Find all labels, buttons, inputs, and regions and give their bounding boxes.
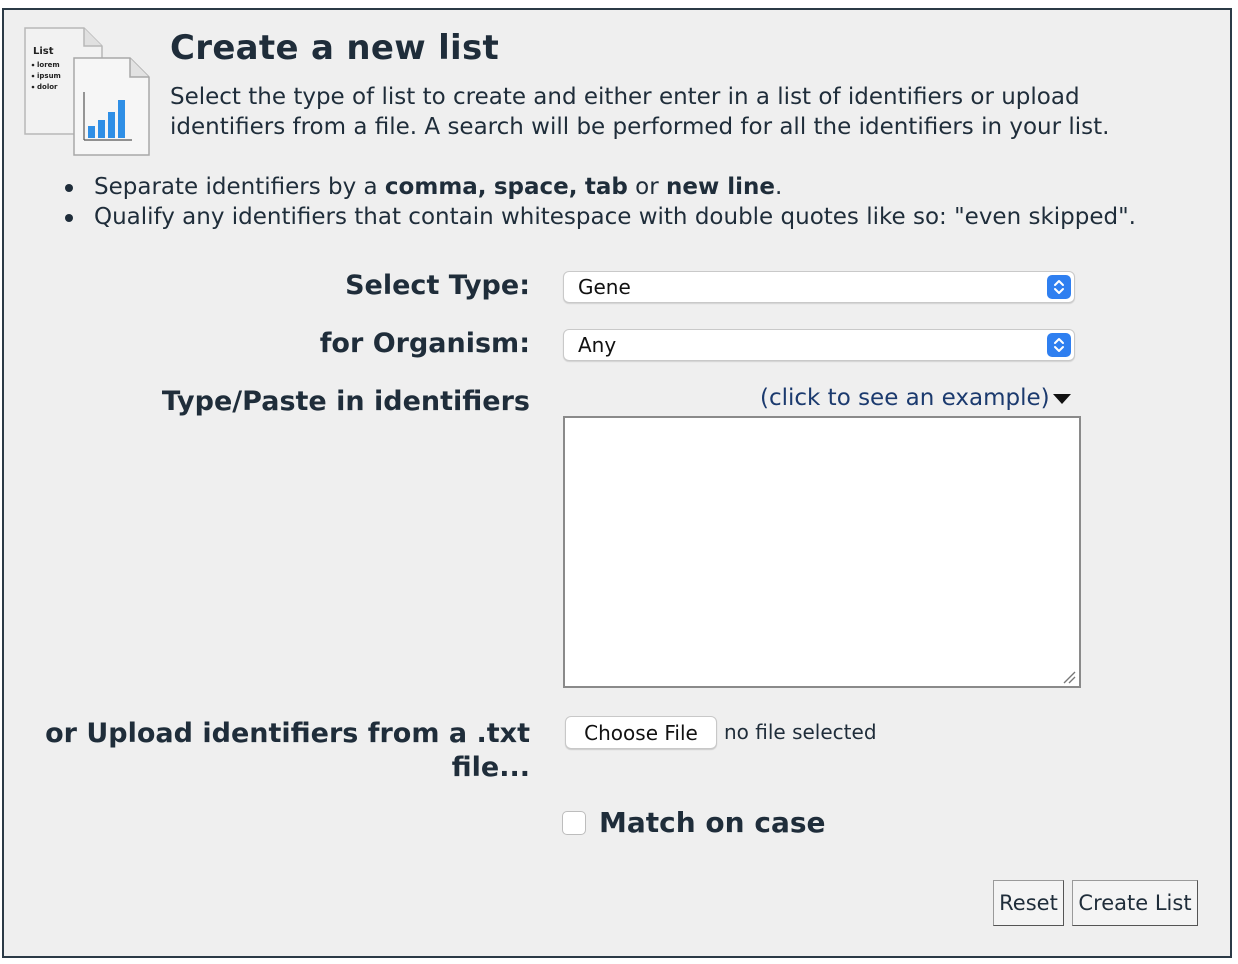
example-link[interactable]: (click to see an example) (760, 385, 1050, 411)
resize-grip-icon[interactable] (1062, 670, 1076, 684)
list-document-chart-icon: List lorem ipsum dolor (24, 27, 150, 156)
organism-label: for Organism: (319, 328, 530, 359)
match-case-label[interactable]: Match on case (599, 806, 826, 839)
file-status-text: no file selected (724, 720, 877, 744)
reset-button[interactable]: Reset (993, 880, 1064, 926)
identifiers-textarea[interactable] (563, 416, 1081, 688)
organism-dropdown[interactable]: Any (563, 329, 1075, 361)
instructions-list: Separate identifiers by a comma, space, … (62, 172, 1136, 232)
tip-separators-prefix: Separate identifiers by a (94, 174, 385, 200)
organism-value: Any (578, 333, 617, 357)
page-title: Create a new list (170, 28, 500, 68)
icon-text-lorem: lorem (37, 61, 60, 69)
upload-label: or Upload identifiers from a .txt file..… (45, 718, 530, 783)
tip-qualify: Qualify any identifiers that contain whi… (62, 202, 1136, 232)
triangle-down-icon[interactable] (1052, 393, 1072, 405)
choose-file-button[interactable]: Choose File (565, 716, 717, 749)
intro-text: Select the type of list to create and ei… (170, 84, 1110, 140)
icon-text-dolor: dolor (37, 83, 58, 91)
select-type-value: Gene (578, 275, 631, 299)
select-type-dropdown[interactable]: Gene (563, 271, 1075, 303)
tip-separators: Separate identifiers by a comma, space, … (62, 172, 1136, 202)
tip-comma: comma, (384, 174, 487, 200)
tip-period: . (774, 174, 783, 200)
tip-or: or (635, 174, 659, 200)
up-down-chevron-icon (1047, 275, 1071, 299)
chart-document-icon (73, 57, 150, 156)
tip-new-line: new line (665, 174, 775, 200)
tip-tab: tab (584, 174, 628, 200)
icon-text-list: List (33, 46, 54, 57)
match-case-checkbox[interactable] (562, 811, 586, 835)
icon-text-ipsum: ipsum (37, 72, 61, 80)
tip-space: space, (493, 174, 578, 200)
select-type-label: Select Type: (345, 270, 530, 301)
create-list-button[interactable]: Create List (1072, 880, 1198, 926)
paste-identifiers-label: Type/Paste in identifiers (161, 386, 530, 417)
up-down-chevron-icon (1047, 333, 1071, 357)
